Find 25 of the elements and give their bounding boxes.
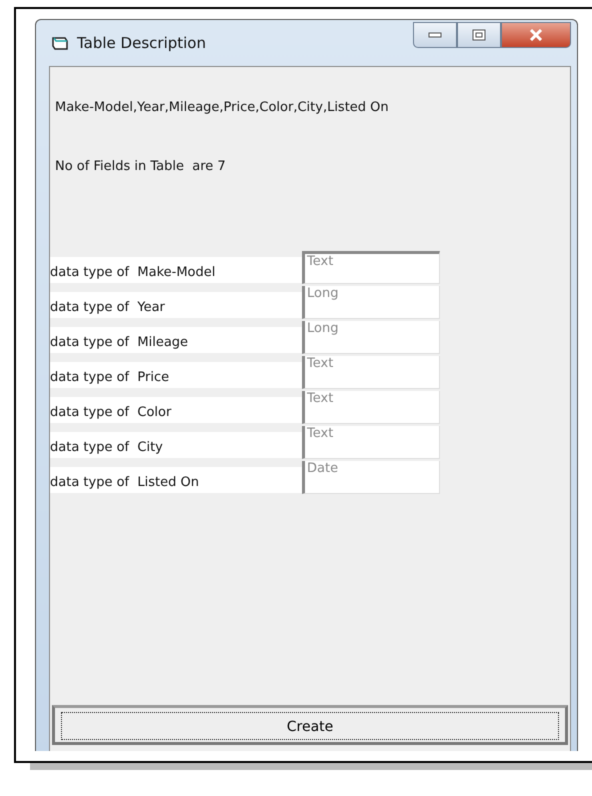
type-field[interactable]: Long xyxy=(302,321,440,354)
type-field[interactable]: Text xyxy=(302,391,440,424)
type-field[interactable]: Text xyxy=(302,251,440,284)
type-field[interactable]: Date xyxy=(302,461,440,494)
maximize-icon xyxy=(472,29,486,41)
field-label: data type of City xyxy=(50,432,302,458)
field-count-text: No of Fields in Table are 7 xyxy=(55,159,227,174)
close-icon xyxy=(529,29,543,41)
window-icon xyxy=(51,35,69,51)
field-label: data type of Mileage xyxy=(50,327,302,353)
window-title: Table Description xyxy=(77,34,206,52)
create-button[interactable]: Create xyxy=(52,705,568,745)
type-field[interactable]: Long xyxy=(302,286,440,319)
field-label: data type of Price xyxy=(50,362,302,388)
maximize-button[interactable] xyxy=(457,22,501,48)
field-label: data type of Year xyxy=(50,292,302,318)
field-list-text: Make-Model,Year,Mileage,Price,Color,City,Listed On xyxy=(55,100,390,115)
minimize-button[interactable] xyxy=(413,22,457,48)
field-label: data type of Listed On xyxy=(50,467,302,493)
type-field[interactable]: Text xyxy=(302,426,440,459)
field-label: data type of Make-Model xyxy=(50,257,302,283)
type-field[interactable]: Text xyxy=(302,356,440,389)
minimize-icon xyxy=(428,32,442,38)
close-button[interactable] xyxy=(501,22,571,48)
field-label: data type of Color xyxy=(50,397,302,423)
